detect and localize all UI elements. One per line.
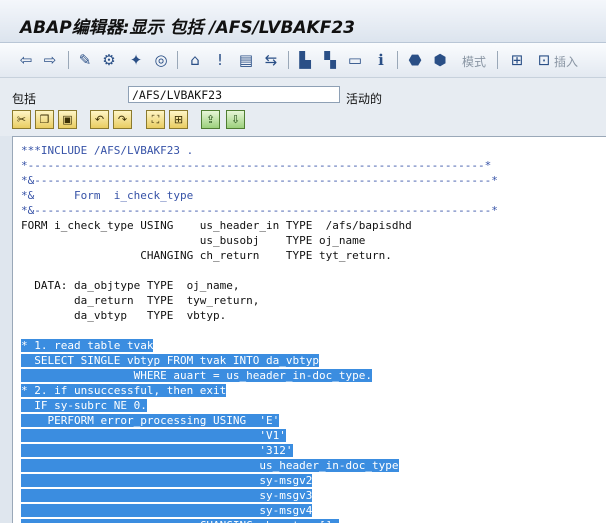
code-line-text: IF sy-subrc NE 0. <box>21 399 147 412</box>
code-line-text: 'V1' <box>21 429 286 442</box>
code-line[interactable]: PERFORM error_processing USING 'E' <box>21 413 498 428</box>
code-line[interactable] <box>21 323 498 338</box>
code-line[interactable]: * 1. read table tvak <box>21 338 498 353</box>
insert-button[interactable]: 插入 <box>554 53 578 70</box>
download-icon[interactable]: ⇩ <box>226 110 245 129</box>
code-line-text: FORM i_check_type USING us_header_in TYP… <box>21 219 412 232</box>
code-line-text: sy-msgv2 <box>21 474 313 487</box>
check-icon[interactable]: ✦ <box>127 51 145 69</box>
code-line-text: * 1. read table tvak <box>21 339 154 352</box>
code-line-text: sy-msgv4 <box>21 504 313 517</box>
navigation-icon[interactable]: ⇆ <box>262 51 280 69</box>
undo-icon[interactable]: ↶ <box>90 110 109 129</box>
code-line-text: *&--------------------------------------… <box>21 204 498 217</box>
code-line[interactable]: DATA: da_objtype TYPE oj_name, <box>21 278 498 293</box>
other-object-icon[interactable]: ⚙ <box>100 51 118 69</box>
code-line-text: *&--------------------------------------… <box>21 174 498 187</box>
activation-status: 活动的 <box>346 92 383 106</box>
forward-arrow-icon[interactable]: ⇨ <box>41 51 59 69</box>
code-line[interactable]: SELECT SINGLE vbtyp FROM tvak INTO da_vb… <box>21 353 498 368</box>
code-line[interactable]: IF sy-subrc NE 0. <box>21 398 498 413</box>
code-line[interactable]: WHERE auart = us_header_in-doc_type. <box>21 368 498 383</box>
window-title: ABAP编辑器:显示 包括 /AFS/LVBAKF23 <box>20 18 356 38</box>
toolbar-separator <box>497 51 498 69</box>
code-editor[interactable]: ***INCLUDE /AFS/LVBAKF23 . *-------------… <box>12 136 606 523</box>
where-used-icon[interactable]: ⌂ <box>186 51 204 69</box>
session-breakpoint-icon[interactable]: ⬢ <box>431 51 449 69</box>
include-label: 包括 <box>12 92 37 106</box>
toolbar-separator <box>397 51 398 69</box>
back-arrow-icon[interactable]: ⇦ <box>17 51 35 69</box>
upload-icon[interactable]: ⇪ <box>201 110 220 129</box>
test-run-icon[interactable]: ! <box>211 51 229 69</box>
code-line[interactable]: us_header_in-doc_type <box>21 458 498 473</box>
code-line[interactable]: CHANGING ch_return TYPE tyt_return. <box>21 248 498 263</box>
code-line-text: us_busobj TYPE oj_name <box>21 234 366 247</box>
hierarchy-icon[interactable]: ▙ <box>296 51 314 69</box>
enhance-icon[interactable]: ▚ <box>321 51 339 69</box>
code-line-text: WHERE auart = us_header_in-doc_type. <box>21 369 372 382</box>
code-line[interactable]: *---------------------------------------… <box>21 158 498 173</box>
pattern-icon[interactable]: ⊞ <box>508 51 526 69</box>
code-line[interactable]: * 2. if unsuccessful, then exit <box>21 383 498 398</box>
code-line-text: da_return TYPE tyw_return, <box>21 294 260 307</box>
toolbar-separator <box>288 51 289 69</box>
code-line[interactable]: da_return TYPE tyw_return, <box>21 293 498 308</box>
code-line[interactable]: *&--------------------------------------… <box>21 173 498 188</box>
redo-icon[interactable]: ↷ <box>113 110 132 129</box>
paste-icon[interactable]: ▣ <box>58 110 77 129</box>
code-line[interactable]: us_busobj TYPE oj_name <box>21 233 498 248</box>
breakpoint-icon[interactable]: ⬣ <box>406 51 424 69</box>
window-icon[interactable]: ▭ <box>346 51 364 69</box>
copy-icon[interactable]: ❐ <box>35 110 54 129</box>
code-line[interactable]: ***INCLUDE /AFS/LVBAKF23 . <box>21 143 498 158</box>
title-bar: ABAP编辑器:显示 包括 /AFS/LVBAKF23 <box>0 0 606 43</box>
cut-icon[interactable]: ✂ <box>12 110 31 129</box>
editor-toolbar: ✂ ❐ ▣ ↶ ↷ ⛶ ⊞ ⇪ ⇩ <box>0 108 606 136</box>
toolbar-separator <box>177 51 178 69</box>
include-field-row: 包括 /AFS/LVBAKF23 活动的 <box>0 78 606 108</box>
code-line-text: us_header_in-doc_type <box>21 459 399 472</box>
display-change-icon[interactable]: ✎ <box>76 51 94 69</box>
code-line-text: *---------------------------------------… <box>21 159 492 172</box>
code-line[interactable] <box>21 263 498 278</box>
code-line[interactable]: *& Form i_check_type <box>21 188 498 203</box>
include-name-field[interactable]: /AFS/LVBAKF23 <box>128 86 340 103</box>
code-line[interactable]: 'V1' <box>21 428 498 443</box>
code-line-text: ***INCLUDE /AFS/LVBAKF23 . <box>21 144 194 157</box>
code-line[interactable]: sy-msgv3 <box>21 488 498 503</box>
code-line-text: * 2. if unsuccessful, then exit <box>21 384 227 397</box>
code-line-text: sy-msgv3 <box>21 489 313 502</box>
code-line[interactable]: da_vbtyp TYPE vbtyp. <box>21 308 498 323</box>
code-line-text: CHANGING ch_return[]. <box>21 519 339 523</box>
code-line-text: *& Form i_check_type <box>21 189 194 202</box>
code-area[interactable]: ***INCLUDE /AFS/LVBAKF23 . *-------------… <box>21 143 498 523</box>
code-line-text: CHANGING ch_return TYPE tyt_return. <box>21 249 392 262</box>
code-line[interactable]: sy-msgv2 <box>21 473 498 488</box>
toolbar-separator <box>68 51 69 69</box>
pattern-button[interactable]: 模式 <box>462 53 486 70</box>
info-icon[interactable]: ℹ <box>372 51 390 69</box>
code-line[interactable]: *&--------------------------------------… <box>21 203 498 218</box>
code-line[interactable]: FORM i_check_type USING us_header_in TYP… <box>21 218 498 233</box>
application-toolbar: ⇦ ⇨ ✎ ⚙ ✦ ◎ ⌂! ▤ ⇆ ▙ ▚ ▭ ℹ ⬣ ⬢ ⊞ ⊡ 模式 插入 <box>0 43 606 78</box>
pretty-printer-icon[interactable]: ⊞ <box>169 110 188 129</box>
insert-icon[interactable]: ⊡ <box>535 51 553 69</box>
code-line-text: PERFORM error_processing USING 'E' <box>21 414 280 427</box>
code-line-text: '312' <box>21 444 293 457</box>
code-line[interactable]: CHANGING ch_return[]. <box>21 518 498 523</box>
code-line[interactable]: '312' <box>21 443 498 458</box>
object-list-icon[interactable]: ▤ <box>237 51 255 69</box>
code-line[interactable]: sy-msgv4 <box>21 503 498 518</box>
mark-block-icon[interactable]: ⛶ <box>146 110 165 129</box>
code-line-text: SELECT SINGLE vbtyp FROM tvak INTO da_vb… <box>21 354 320 367</box>
code-line-text: DATA: da_objtype TYPE oj_name, <box>21 279 240 292</box>
code-line-text: da_vbtyp TYPE vbtyp. <box>21 309 227 322</box>
activate-icon[interactable]: ◎ <box>152 51 170 69</box>
